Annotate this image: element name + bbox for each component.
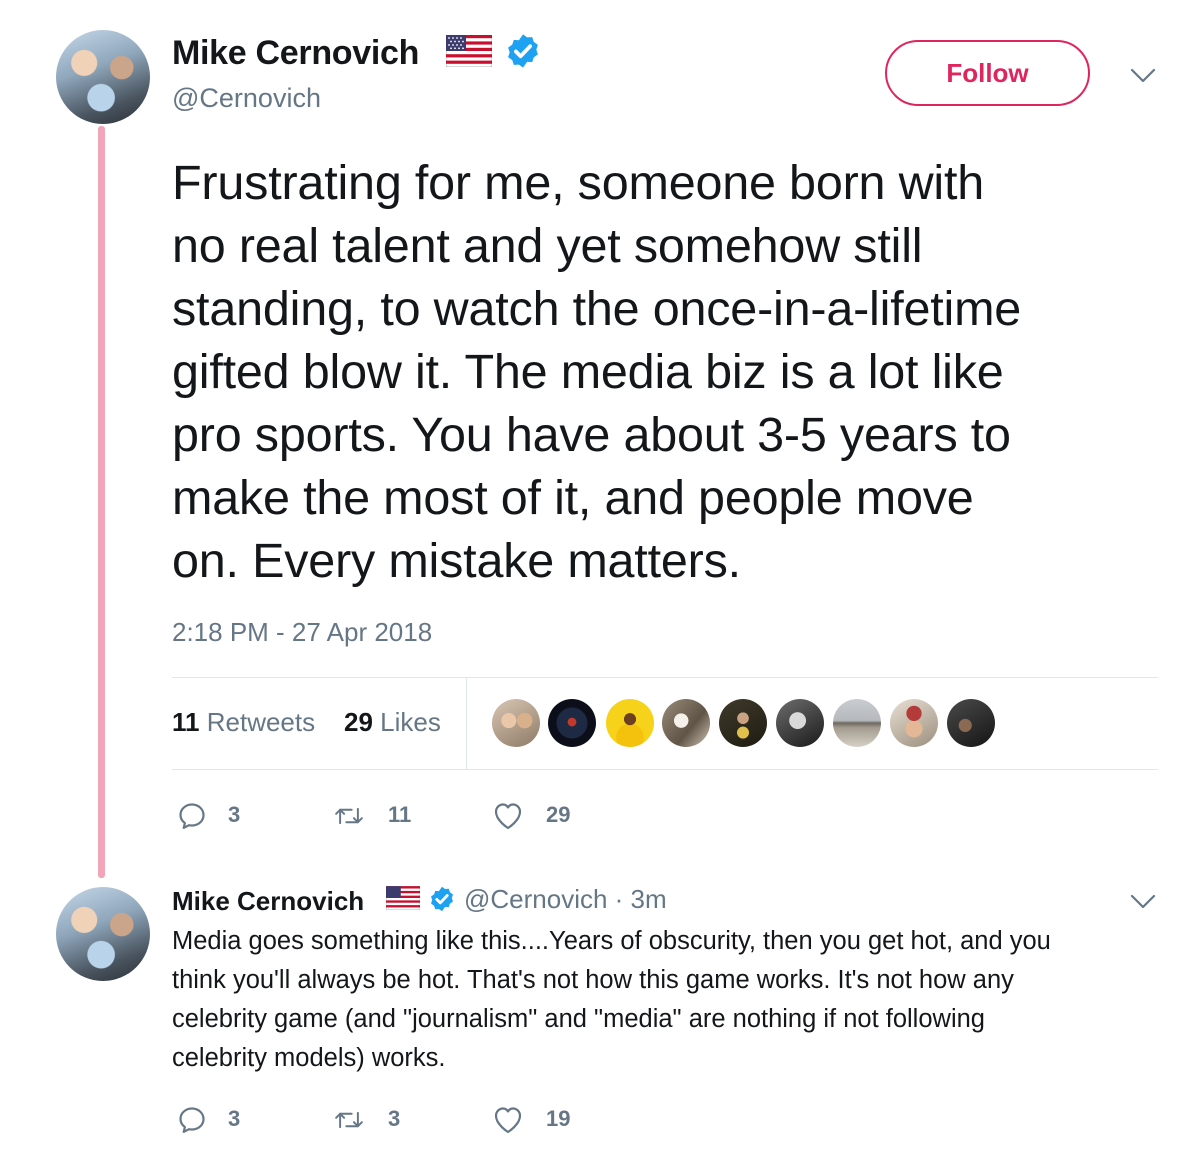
retweets-count: 11 [172, 707, 200, 737]
stats-divider-top [172, 677, 1158, 678]
tweet-timestamp[interactable]: 2:18 PM - 27 Apr 2018 [172, 617, 432, 648]
heart-icon[interactable] [492, 800, 524, 832]
author-display-name[interactable]: Mike Cernovich [172, 34, 419, 73]
retweet-icon[interactable] [333, 800, 365, 832]
reply-handle-and-time[interactable]: @Cernovich · 3m [464, 884, 667, 915]
tweet-text-line: make the most of it, and people move [172, 471, 974, 525]
retweets-label: Retweets [206, 707, 316, 737]
tweet-text-line: no real talent and yet somehow still [172, 219, 923, 273]
follow-button[interactable]: Follow [885, 40, 1090, 106]
reply-text: Media goes something like this....Years … [172, 922, 1162, 1078]
retweet-count: 11 [388, 802, 412, 827]
liker-avatar[interactable] [548, 699, 596, 747]
retweet-count: 3 [388, 1106, 401, 1131]
reply-count: 3 [228, 1106, 241, 1131]
tweet-text: Frustrating for me, someone born with no… [172, 152, 1172, 593]
likes-label: Likes [380, 707, 441, 737]
stats-divider-bottom [172, 769, 1158, 770]
retweet-icon[interactable] [333, 1104, 365, 1136]
us-flag-icon [446, 35, 492, 67]
retweets-stat[interactable]: 11 Retweets [172, 707, 315, 738]
heart-icon[interactable] [492, 1104, 524, 1136]
reply-avatar[interactable] [56, 887, 150, 981]
liker-avatar[interactable] [492, 699, 540, 747]
verified-badge-icon [508, 34, 538, 68]
reply-text-line: celebrity models) works. [172, 1044, 446, 1072]
tweet-text-line: on. Every mistake matters. [172, 534, 741, 588]
reply-icon[interactable] [176, 1104, 208, 1136]
liker-avatar[interactable] [890, 699, 938, 747]
tweet-text-line: Frustrating for me, someone born with [172, 156, 985, 210]
reply-author-display-name[interactable]: Mike Cernovich [172, 886, 364, 917]
stats-divider-vertical [466, 677, 467, 770]
author-handle[interactable]: @Cernovich [172, 83, 321, 114]
like-count: 29 [546, 802, 571, 827]
thread-line [98, 126, 105, 878]
chevron-down-icon[interactable] [1130, 68, 1156, 84]
likes-stat[interactable]: 29 Likes [344, 707, 441, 738]
chevron-down-icon[interactable] [1130, 894, 1156, 910]
liker-avatar[interactable] [719, 699, 767, 747]
liker-avatar[interactable] [606, 699, 654, 747]
tweet-text-line: standing, to watch the once-in-a-lifetim… [172, 282, 1022, 336]
likes-count: 29 [344, 707, 373, 737]
verified-badge-icon [431, 886, 453, 912]
liker-avatar[interactable] [662, 699, 710, 747]
liker-avatar[interactable] [833, 699, 881, 747]
tweet-text-line: gifted blow it. The media biz is a lot l… [172, 345, 1004, 399]
liker-avatar[interactable] [776, 699, 824, 747]
reply-text-line: celebrity game (and "journalism" and "me… [172, 1005, 985, 1033]
reply-count: 3 [228, 802, 241, 827]
avatar[interactable] [56, 30, 150, 124]
liker-avatar[interactable] [947, 699, 995, 747]
tweet-text-line: pro sports. You have about 3-5 years to [172, 408, 1011, 462]
reply-text-line: think you'll always be hot. That's not h… [172, 966, 1014, 994]
us-flag-icon [386, 886, 420, 910]
reply-text-line: Media goes something like this....Years … [172, 927, 1051, 955]
reply-icon[interactable] [176, 800, 208, 832]
like-count: 19 [546, 1106, 571, 1131]
